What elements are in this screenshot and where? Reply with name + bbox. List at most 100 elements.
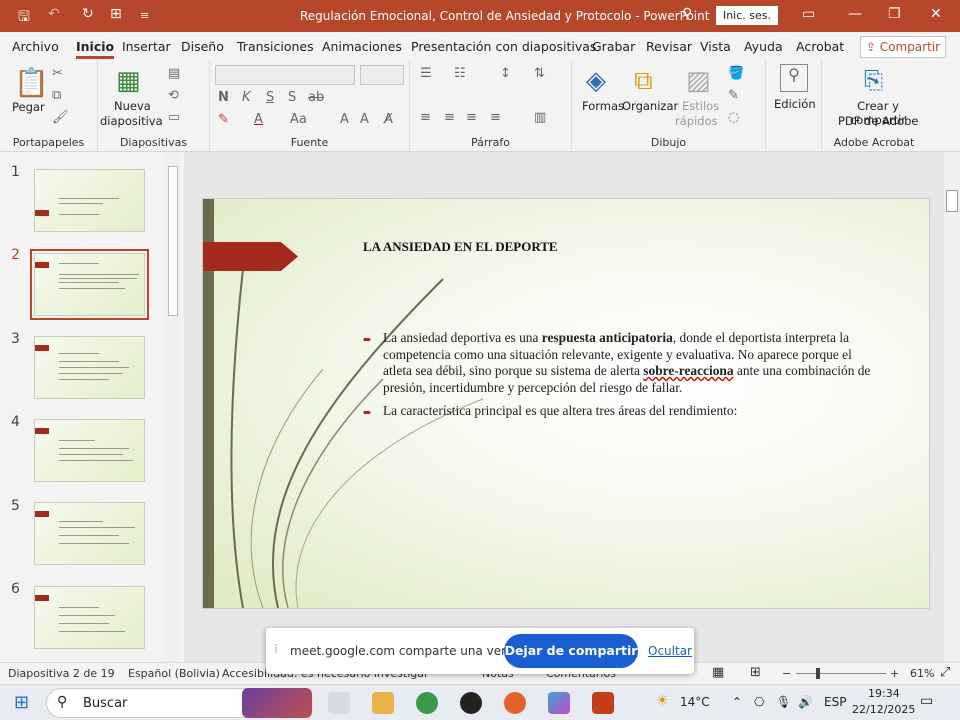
tab-grabar[interactable]: Grabar — [592, 39, 635, 54]
present-icon[interactable]: ⊞ — [110, 6, 122, 22]
bullet-2[interactable]: ➨ La característica principal es que alt… — [363, 403, 883, 420]
reset-icon[interactable]: ⟲ — [168, 88, 179, 103]
align-right-icon[interactable]: ≡ — [466, 110, 477, 125]
adobe-label-2[interactable]: PDF de Adobe — [838, 114, 918, 128]
tab-revisar[interactable]: Revisar — [646, 39, 692, 54]
format-painter-icon[interactable]: 🖌 — [52, 110, 69, 125]
sort-icon[interactable]: ⇅ — [534, 66, 545, 81]
font-size-dropdown[interactable] — [360, 65, 404, 85]
slide-thumbnail-3[interactable] — [34, 336, 145, 399]
hide-link[interactable]: Ocultar — [648, 644, 692, 658]
customize-qat-icon[interactable]: ≡ — [140, 9, 149, 22]
fit-slide-icon[interactable]: ⤢ — [940, 665, 950, 680]
drag-handle-icon[interactable]: ⁞ — [274, 642, 278, 656]
bullet-1[interactable]: ➨ La ansiedad deportiva es una respuesta… — [363, 330, 883, 396]
arrange-button[interactable]: Organizar — [622, 99, 678, 113]
slide-scrollbar[interactable] — [944, 152, 960, 662]
arrange-icon[interactable]: ⧉ — [634, 66, 653, 97]
save-icon[interactable]: 🖫 — [18, 6, 30, 30]
slide-thumbnail-1[interactable] — [34, 169, 145, 232]
app-icon[interactable] — [460, 692, 482, 714]
underline-icon[interactable]: S — [266, 90, 274, 105]
tab-ayuda[interactable]: Ayuda — [744, 39, 783, 54]
tab-diseno[interactable]: Diseño — [181, 39, 224, 54]
edit-button[interactable]: Edición — [774, 97, 816, 111]
search-icon[interactable]: ⚲ — [682, 6, 692, 22]
styles-label-1[interactable]: Estilos — [682, 99, 719, 113]
clock-time[interactable]: 19:34 — [868, 687, 900, 700]
slide-title[interactable]: LA ANSIEDAD EN EL DEPORTE — [363, 239, 558, 255]
quick-styles-icon[interactable]: ▨ — [686, 66, 711, 96]
minimize-icon[interactable]: — — [848, 6, 862, 22]
copy-icon[interactable]: ⧉ — [52, 88, 61, 103]
create-pdf-icon[interactable]: ⎘ — [864, 66, 883, 94]
current-slide[interactable]: LA ANSIEDAD EN EL DEPORTE ➨ La ansiedad … — [203, 199, 929, 608]
zoom-level[interactable]: 61% — [910, 667, 934, 680]
powerpoint-icon[interactable] — [592, 692, 614, 714]
firefox-icon[interactable] — [504, 692, 526, 714]
slide-thumbnail-6[interactable] — [34, 586, 145, 649]
zoom-slider[interactable] — [796, 673, 886, 674]
shape-outline-icon[interactable]: ✎ — [728, 88, 739, 103]
meet-icon[interactable]: ⎔ — [754, 695, 764, 709]
normal-view-icon[interactable]: ▦ — [712, 665, 724, 680]
chrome-icon[interactable] — [416, 692, 438, 714]
strikethrough-icon[interactable]: ab — [308, 90, 324, 105]
tab-vista[interactable]: Vista — [700, 39, 731, 54]
styles-label-2[interactable]: rápidos — [675, 114, 718, 128]
paste-icon[interactable]: 📋 — [14, 66, 49, 99]
scrollbar-thumb[interactable] — [946, 190, 958, 212]
input-language[interactable]: ESP — [824, 695, 846, 709]
new-slide-icon[interactable]: ▦ — [116, 66, 141, 96]
font-name-dropdown[interactable] — [215, 65, 355, 85]
weather-icon[interactable]: ☀ — [656, 693, 669, 709]
language-status[interactable]: Español (Bolivia) — [128, 667, 220, 680]
layout-icon[interactable]: ▤ — [168, 66, 180, 81]
cut-icon[interactable]: ✂ — [52, 66, 63, 81]
columns-icon[interactable]: ▥ — [534, 110, 546, 125]
share-button[interactable]: ⇪ Compartir — [860, 36, 946, 58]
tray-chevron-icon[interactable]: ⌃ — [732, 695, 742, 709]
new-slide-label-2[interactable]: diapositiva — [100, 114, 163, 128]
tab-insertar[interactable]: Insertar — [122, 39, 171, 54]
slide-thumbnail-2[interactable] — [30, 249, 149, 320]
line-spacing-icon[interactable]: ↕ — [500, 66, 511, 81]
shadow-icon[interactable]: S — [288, 90, 296, 105]
zoom-slider-thumb[interactable] — [816, 668, 820, 679]
clock-date[interactable]: 22/12/2025 — [852, 703, 915, 716]
italic-icon[interactable]: K — [242, 90, 251, 105]
font-case-icon[interactable]: Aa — [290, 112, 307, 127]
justify-icon[interactable]: ≡ — [490, 110, 501, 125]
align-left-icon[interactable]: ≡ — [420, 110, 431, 125]
redo-icon[interactable]: ↻ — [82, 6, 94, 22]
slide-thumbnail-5[interactable] — [34, 502, 145, 565]
file-explorer-icon[interactable] — [372, 692, 394, 714]
tab-archivo[interactable]: Archivo — [12, 39, 59, 54]
search-highlight-image[interactable] — [242, 688, 312, 718]
tab-animaciones[interactable]: Animaciones — [322, 39, 402, 54]
bullets-icon[interactable]: ☰ — [420, 66, 432, 81]
grow-font-icon[interactable]: A — [340, 112, 349, 127]
scrollbar-thumb[interactable] — [168, 166, 178, 316]
section-icon[interactable]: ▭ — [168, 110, 180, 125]
tab-inicio[interactable]: Inicio — [76, 39, 115, 59]
bold-icon[interactable]: N — [218, 90, 229, 105]
shape-effects-icon[interactable]: ◌ — [728, 110, 739, 125]
weather-temp[interactable]: 14°C — [680, 695, 710, 709]
font-color-icon[interactable]: A — [254, 112, 263, 127]
copilot-icon[interactable] — [548, 692, 570, 714]
reading-view-icon[interactable]: ⊞ — [750, 665, 761, 680]
maximize-icon[interactable]: ❐ — [888, 6, 901, 22]
shrink-font-icon[interactable]: A — [360, 112, 369, 127]
new-slide-label-1[interactable]: Nueva — [114, 99, 151, 113]
volume-icon[interactable]: 🔊 — [798, 695, 813, 709]
close-icon[interactable]: ✕ — [930, 6, 942, 22]
zoom-in-icon[interactable]: + — [890, 667, 899, 680]
highlight-icon[interactable]: ✎ — [218, 112, 229, 127]
notification-icon[interactable]: ▭ — [920, 693, 933, 709]
stop-sharing-button[interactable]: Dejar de compartir — [504, 634, 638, 668]
ribbon-display-icon[interactable]: ▭ — [802, 6, 815, 22]
task-view-icon[interactable] — [328, 692, 350, 714]
numbering-icon[interactable]: ☷ — [454, 66, 466, 81]
tab-acrobat[interactable]: Acrobat — [796, 39, 844, 54]
